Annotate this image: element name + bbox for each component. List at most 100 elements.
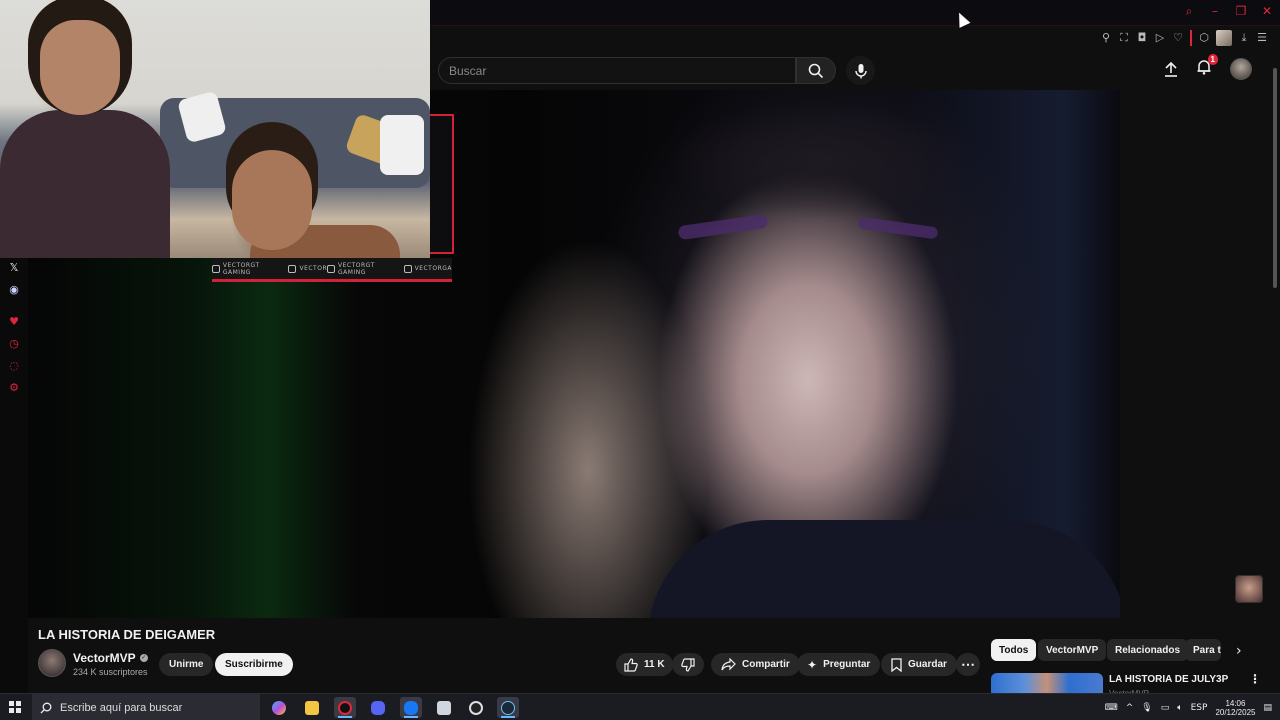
youtube-icon: [212, 264, 220, 273]
restore-icon[interactable]: ❐: [1234, 4, 1248, 18]
related-thumbnail[interactable]: [991, 673, 1103, 693]
voice-search-button[interactable]: [846, 56, 875, 85]
ask-button[interactable]: ✦ Preguntar: [797, 653, 881, 676]
copilot-icon[interactable]: [268, 697, 290, 718]
channel-name[interactable]: VectorMVP: [73, 651, 136, 665]
close-icon[interactable]: ✕: [1260, 4, 1274, 18]
steam-icon[interactable]: [497, 697, 519, 718]
taskbar-search[interactable]: Escribe aquí para buscar: [32, 694, 260, 720]
page-scrollbar[interactable]: [1270, 54, 1280, 694]
discord-icon[interactable]: ◉: [7, 282, 21, 296]
crop-icon[interactable]: ⛶: [1118, 32, 1130, 44]
network-icon[interactable]: ▭: [1161, 703, 1170, 713]
system-tray: ⌨ ^ 🎙︎ ▭ 🔈︎ ESP 14:06 20/12/2025 ▤: [1105, 694, 1272, 720]
related-title[interactable]: LA HISTORIA DE JULY3P: [1109, 674, 1228, 685]
pocket-icon[interactable]: ◘: [1136, 32, 1148, 44]
clock[interactable]: 14:06 20/12/2025: [1215, 699, 1255, 717]
windows-taskbar: Escribe aquí para buscar ⌨ ^ 🎙︎ ▭ 🔈︎ ESP…: [0, 693, 1280, 720]
settings-icon[interactable]: ⚙: [7, 380, 21, 394]
upload-icon[interactable]: [1164, 61, 1178, 77]
scrollbar-thumb[interactable]: [1273, 68, 1277, 288]
chevron-up-icon[interactable]: ^: [1126, 703, 1134, 713]
x-icon[interactable]: 𝕏: [7, 260, 21, 274]
heart-icon[interactable]: ♡: [1172, 32, 1184, 44]
play-icon[interactable]: ▷: [1154, 32, 1166, 44]
notifications-icon[interactable]: ▤: [1263, 703, 1272, 713]
chip-label: Para ti: [1193, 644, 1221, 656]
social-youtube: VECTORGT GAMING: [212, 262, 288, 276]
save-button[interactable]: Guardar: [881, 653, 957, 676]
download-icon[interactable]: ⤓: [1238, 32, 1250, 44]
bookmark-icon: [891, 657, 902, 672]
chip-para-ti[interactable]: Para ti: [1185, 639, 1221, 661]
chip-label: VectorMVP: [1046, 644, 1099, 656]
channel-avatar[interactable]: [38, 649, 66, 677]
chip-label: Relacionados: [1115, 644, 1181, 656]
subscribe-label: Suscribirme: [225, 659, 283, 670]
pin-icon[interactable]: ⚲: [1100, 32, 1112, 44]
webcam-overlay: [0, 0, 430, 258]
chip-relacionados[interactable]: Relacionados: [1107, 639, 1189, 661]
thumbs-down-icon: [681, 657, 695, 672]
search-icon[interactable]: ⌕: [1182, 4, 1196, 18]
related-more-icon[interactable]: ⋮: [1249, 672, 1261, 686]
notifications-button[interactable]: 1: [1196, 53, 1218, 80]
join-label: Unirme: [169, 659, 204, 670]
social-label: VECTORGT GAMING: [222, 261, 260, 276]
history-icon[interactable]: ◷: [7, 336, 21, 350]
channel-name-row[interactable]: VectorMVP ✓: [73, 651, 148, 665]
discord-icon[interactable]: [367, 697, 389, 718]
chevron-right-icon[interactable]: ›: [1236, 643, 1242, 659]
heart-icon[interactable]: ♥: [7, 314, 21, 328]
opera-gx-icon[interactable]: [334, 697, 356, 718]
floating-avatar[interactable]: [1235, 575, 1263, 603]
like-button[interactable]: 11 K: [616, 653, 673, 676]
webcam-detail: [380, 115, 424, 175]
volume-icon[interactable]: 🔈︎: [1177, 703, 1182, 713]
share-button[interactable]: Compartir: [711, 653, 800, 676]
social-label: VECTOR: [299, 265, 328, 272]
file-explorer-icon[interactable]: [301, 697, 323, 718]
dislike-button[interactable]: [672, 653, 704, 676]
meta-icon[interactable]: [400, 697, 422, 718]
clock-time: 14:06: [1225, 698, 1246, 708]
browser-titlebar: ⌕ – ❐ ✕: [430, 0, 1280, 26]
extensions-bar: ⚲ ⛶ ◘ ▷ ♡ ⬡ ⤓ ☰: [1100, 30, 1268, 46]
subscribe-button[interactable]: Suscribirme: [215, 653, 293, 676]
instagram-icon: [403, 264, 412, 273]
share-icon: [721, 658, 736, 671]
webcam-detail: [232, 150, 312, 250]
twitter-icon: [327, 264, 335, 273]
menu-icon[interactable]: ☰: [1256, 32, 1268, 44]
join-button[interactable]: Unirme: [159, 653, 214, 676]
search-icon: [808, 63, 824, 78]
video-title: LA HISTORIA DE DEIGAMER: [38, 627, 216, 642]
search-button[interactable]: [796, 57, 836, 84]
toolbar-separator: [1190, 30, 1192, 46]
search-box: [438, 57, 796, 84]
left-rail: 𝕏 ◉ ♥ ◷ ◌ ⚙: [0, 258, 28, 693]
more-icon: ⋯: [961, 656, 975, 672]
share-label: Compartir: [742, 659, 790, 670]
minimize-icon[interactable]: –: [1208, 4, 1222, 18]
extension-icon[interactable]: ⬡: [1198, 32, 1210, 44]
chip-vectormvp[interactable]: VectorMVP: [1038, 639, 1107, 661]
account-avatar[interactable]: [1230, 58, 1252, 80]
notepad-icon[interactable]: [433, 697, 455, 718]
search-input[interactable]: [439, 58, 795, 83]
verified-icon: ✓: [139, 654, 148, 662]
microphone-icon[interactable]: 🎙︎: [1141, 703, 1152, 713]
obs-icon[interactable]: [465, 697, 487, 718]
subscriber-count: 234 K suscriptores: [73, 667, 148, 677]
keyboard-icon[interactable]: ⌨: [1105, 703, 1118, 713]
more-actions-button[interactable]: ⋯: [956, 653, 980, 676]
windows-start-icon[interactable]: [9, 701, 21, 713]
chat-icon[interactable]: ◌: [7, 358, 21, 372]
social-handles-bar: VECTORGT GAMING VECTOR VECTORGT GAMING V…: [212, 258, 452, 282]
window-controls: ⌕ – ❐ ✕: [1182, 4, 1274, 18]
chip-todos[interactable]: Todos: [991, 639, 1037, 661]
youtube-header: 1: [430, 50, 1280, 90]
profile-avatar[interactable]: [1216, 30, 1232, 46]
language-indicator[interactable]: ESP: [1191, 703, 1208, 713]
notification-badge: 1: [1207, 53, 1218, 65]
